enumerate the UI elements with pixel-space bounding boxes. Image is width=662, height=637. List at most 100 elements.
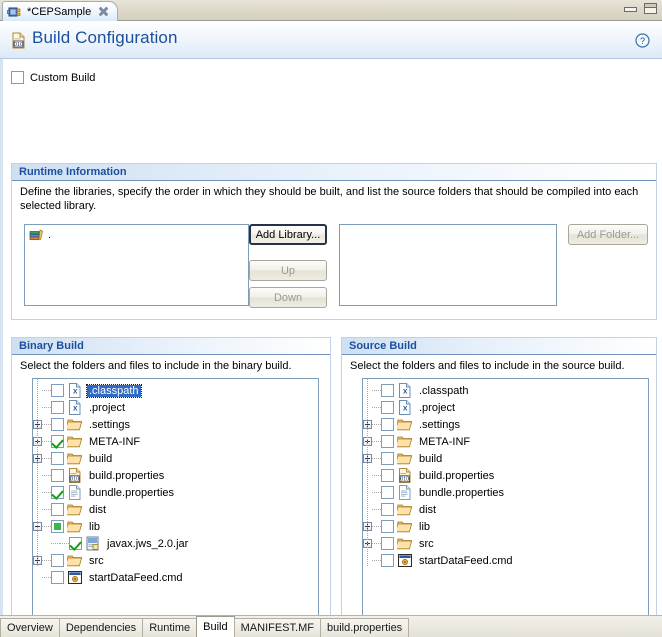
tree-item-label: .settings [419,418,460,431]
tree-row[interactable]: x .classpath [33,382,318,399]
folder-icon [65,451,83,466]
tree-item-checkbox[interactable] [51,520,64,533]
tree-row[interactable]: startDataFeed.cmd [363,552,648,569]
tree-item-label: bundle.properties [419,486,505,499]
folder-icon [395,434,413,449]
tree-row[interactable]: src [363,535,648,552]
tree-item-checkbox[interactable] [381,435,394,448]
tree-guide-line [60,543,69,544]
tree-row[interactable]: build [33,450,318,467]
source-build-tree[interactable]: x .classpath x .project .settings META-INF bui… [362,378,649,623]
tree-row[interactable]: x .project [33,399,318,416]
tree-row[interactable]: META-INF [33,433,318,450]
tree-item-label: startDataFeed.cmd [419,554,513,567]
page-tab-label: Dependencies [65,622,137,634]
minimize-icon[interactable] [624,4,637,13]
tree-item-checkbox[interactable] [381,486,394,499]
tree-item-label: src [419,537,434,550]
tree-row[interactable]: build [363,450,648,467]
tree-item-checkbox[interactable] [51,418,64,431]
tree-row[interactable]: 010 build.properties [33,467,318,484]
tree-item-checkbox[interactable] [381,418,394,431]
tree-item-checkbox[interactable] [381,554,394,567]
tree-row[interactable]: lib [33,518,318,535]
binary-document-icon: 010 [11,32,26,49]
tree-row[interactable]: x .classpath [363,382,648,399]
tree-item-checkbox[interactable] [381,520,394,533]
tree-item-checkbox[interactable] [51,486,64,499]
page-tab-manifest-mf[interactable]: MANIFEST.MF [233,618,321,637]
tree-item-checkbox[interactable] [51,384,64,397]
page-tab-label: Build [203,621,228,633]
tree-item-checkbox[interactable] [381,384,394,397]
custom-build-checkbox[interactable] [11,71,24,84]
page-tab-build-properties[interactable]: build.properties [319,618,410,637]
library-list[interactable]: . [24,224,249,306]
page-tab-overview[interactable]: Overview [0,618,60,637]
tree-row[interactable]: lib [363,518,648,535]
binary-build-tree[interactable]: x .classpath x .project .settings META-INF bui… [32,378,319,623]
tree-item-checkbox[interactable] [381,537,394,550]
text-file-icon [67,485,83,500]
tree-row[interactable]: bundle.properties [33,484,318,501]
tree-item-checkbox[interactable] [69,537,82,550]
tree-item-label: bundle.properties [89,486,175,499]
tree-item-checkbox[interactable] [381,469,394,482]
custom-build-row[interactable]: Custom Build [11,71,95,84]
tree-row[interactable]: x .project [363,399,648,416]
tree-trunk-line [37,379,38,566]
tree-row[interactable]: javax.jws_2.0.jar [33,535,318,552]
tree-item-checkbox[interactable] [51,571,64,584]
page-tab-dependencies[interactable]: Dependencies [58,618,144,637]
editor-tab-strip: *CEPSample [0,0,662,21]
tree-item-checkbox[interactable] [381,452,394,465]
svg-text:x: x [73,387,78,396]
move-up-button[interactable]: Up [249,260,327,281]
tree-guide-line [42,390,51,391]
tree-row[interactable]: .settings [363,416,648,433]
tree-item-checkbox[interactable] [51,469,64,482]
tree-row[interactable]: dist [363,501,648,518]
tree-item-label: META-INF [89,435,141,448]
tree-item-checkbox[interactable] [51,452,64,465]
tree-item-label: lib [89,520,101,533]
maximize-icon[interactable] [644,3,657,14]
tree-item-checkbox[interactable] [381,503,394,516]
tree-item-checkbox[interactable] [51,401,64,414]
page-tab-build[interactable]: Build [196,616,235,637]
tree-guide-line [372,543,381,544]
tree-row[interactable]: dist [33,501,318,518]
editor-tab-cepsample[interactable]: *CEPSample [2,1,119,21]
tree-row[interactable]: startDataFeed.cmd [33,569,318,586]
tree-row[interactable]: META-INF [363,433,648,450]
tree-item-label: build [89,452,113,465]
tree-row[interactable]: bundle.properties [363,484,648,501]
library-icon [29,228,45,242]
svg-text:010: 010 [70,477,79,483]
binary-build-description: Select the folders and files to include … [20,360,292,372]
tree-item-checkbox[interactable] [381,401,394,414]
close-icon[interactable] [98,6,109,17]
tree-guide-line [42,475,51,476]
tree-row[interactable]: 010 build.properties [363,467,648,484]
tree-row[interactable]: .settings [33,416,318,433]
help-icon[interactable]: ? [635,33,650,48]
tree-guide-line [42,407,51,408]
tree-guide-line [372,407,381,408]
page-tab-runtime[interactable]: Runtime [142,618,198,637]
add-folder-button[interactable]: Add Folder... [568,224,648,245]
add-library-button[interactable]: Add Library... [249,224,327,245]
tree-item-checkbox[interactable] [51,554,64,567]
library-list-item[interactable]: . [25,225,248,242]
tree-item-label: .settings [89,418,130,431]
tree-row[interactable]: src [33,552,318,569]
svg-text:?: ? [640,36,645,46]
tree-guide-line [42,424,51,425]
tree-item-checkbox[interactable] [51,503,64,516]
folder-list[interactable] [339,224,557,306]
move-down-button[interactable]: Down [249,287,327,308]
source-build-description: Select the folders and files to include … [350,360,625,372]
tree-item-checkbox[interactable] [51,435,64,448]
xml-file-icon: x [67,383,83,398]
tree-item-label: lib [419,520,431,533]
